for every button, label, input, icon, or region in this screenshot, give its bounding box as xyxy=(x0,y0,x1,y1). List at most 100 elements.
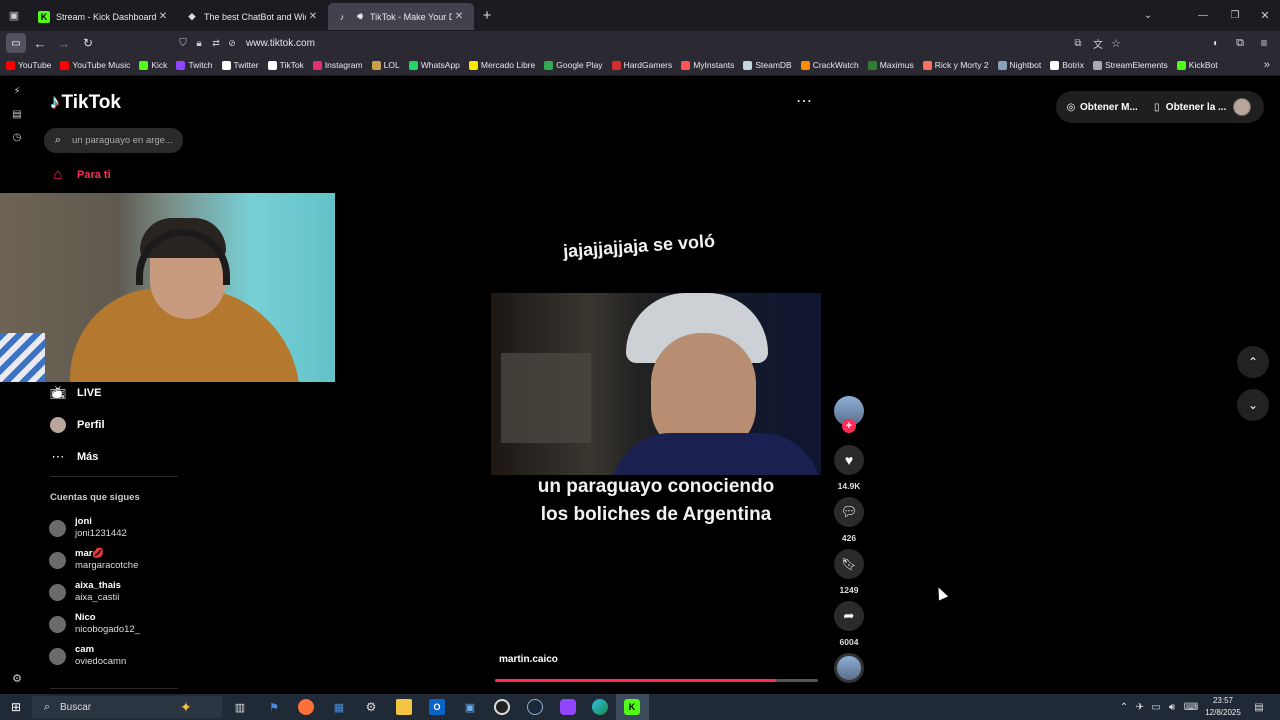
firefox-icon[interactable] xyxy=(298,699,314,715)
bookmark-item[interactable]: SteamDB xyxy=(743,60,792,70)
video-author[interactable]: martin.caico xyxy=(499,654,558,665)
nav-more[interactable]: ⋯ Más xyxy=(50,449,99,465)
twitch-app-icon[interactable] xyxy=(560,699,576,715)
bookmark-item[interactable]: StreamElements xyxy=(1092,60,1168,70)
app-pin-icon[interactable]: ⚑ xyxy=(266,699,282,715)
previous-video-button[interactable]: ⌃ xyxy=(1237,346,1269,378)
lock-icon[interactable]: 🔒︎ xyxy=(190,38,208,49)
bookmark-item[interactable]: YouTube xyxy=(6,60,51,70)
bookmark-item[interactable]: WhatsApp xyxy=(408,60,460,70)
back-icon[interactable]: ← xyxy=(32,34,48,52)
next-video-button[interactable]: ⌄ xyxy=(1237,389,1269,421)
settings-gear-icon[interactable]: ⚙ xyxy=(363,699,379,715)
close-tab-icon[interactable]: ✕ xyxy=(452,11,466,22)
windows-start-icon[interactable]: ⊞ xyxy=(8,699,24,715)
history-icon[interactable]: ◷ xyxy=(10,130,24,144)
search-box[interactable]: ⌕ un paraguayo en arge... xyxy=(44,128,183,153)
following-account[interactable]: aixa_thais aixa_castii xyxy=(49,576,189,608)
bookmark-item[interactable]: CrackWatch xyxy=(800,60,859,70)
taskbar-search[interactable]: ⌕ Buscar ✦ xyxy=(32,696,222,718)
tray-app-icon[interactable]: ✈ xyxy=(1134,700,1146,714)
speaker-icon[interactable]: 🔊︎ xyxy=(354,11,366,23)
bookmark-item[interactable]: Twitter xyxy=(221,60,259,70)
chevron-down-icon[interactable]: ⌄ xyxy=(1140,6,1156,24)
bookmark-item[interactable]: Rick y Morty 2 xyxy=(922,60,989,70)
video-player[interactable]: jajajjajjaja se voló un paraguayo conoci… xyxy=(491,214,821,682)
file-explorer-icon[interactable] xyxy=(396,699,412,715)
bookmark-item[interactable]: Botrix xyxy=(1050,60,1084,70)
close-tab-icon[interactable]: ✕ xyxy=(156,11,170,22)
close-tab-icon[interactable]: ✕ xyxy=(306,11,320,22)
forward-icon[interactable]: → xyxy=(56,34,72,52)
task-view-icon[interactable]: ▥ xyxy=(232,699,248,715)
tiktok-logo[interactable]: ♪ TikTok xyxy=(50,92,121,114)
tab-chatbot[interactable]: ◆ The best ChatBot and Widgets ✕ xyxy=(178,3,328,30)
following-account[interactable]: joni joni1231442 xyxy=(49,512,189,544)
tab-list-icon[interactable]: ▣ xyxy=(0,0,28,31)
nav-live[interactable]: 📺︎ LIVE xyxy=(50,385,102,401)
bookmark-item[interactable]: YouTube Music xyxy=(60,60,130,70)
comment-button[interactable]: 💬︎ xyxy=(834,497,864,527)
bookmark-item[interactable]: Maximus xyxy=(867,60,914,70)
store-icon[interactable]: ▦ xyxy=(331,699,347,715)
kick-app-icon[interactable]: K xyxy=(624,699,640,715)
edge-icon[interactable] xyxy=(592,699,608,715)
bookmark-item[interactable]: KickBot xyxy=(1176,60,1218,70)
nav-for-you[interactable]: ⌂ Para ti xyxy=(50,166,110,183)
bookmark-item[interactable]: MyInstants xyxy=(681,60,734,70)
steam-icon[interactable] xyxy=(527,699,543,715)
menu-icon[interactable]: ≡ xyxy=(1256,35,1272,51)
restore-icon[interactable]: ❐ xyxy=(1226,6,1244,24)
volume-icon[interactable]: 🔊︎ xyxy=(1166,700,1178,714)
bookmark-item[interactable]: HardGamers xyxy=(611,60,672,70)
address-bar[interactable]: ⛉ 🔒︎ ⇄ ⊘ www.tiktok.com ⧉ 文 ☆ xyxy=(176,33,1136,53)
obs-icon[interactable] xyxy=(494,699,510,715)
bookmark-item[interactable]: Instagram xyxy=(312,60,363,70)
bookmark-item[interactable]: Kick xyxy=(139,60,167,70)
progress-track[interactable] xyxy=(495,679,818,682)
new-tab-icon[interactable]: + xyxy=(474,2,500,29)
follow-plus-icon[interactable]: + xyxy=(842,419,856,433)
close-window-icon[interactable]: ✕ xyxy=(1256,6,1274,24)
like-button[interactable]: ♥ xyxy=(834,445,864,475)
sound-disc[interactable] xyxy=(834,653,864,683)
get-app-button[interactable]: Obtener la ... xyxy=(1166,102,1227,113)
share-button[interactable]: ➦ xyxy=(834,601,864,631)
monitor-app-icon[interactable]: ▣ xyxy=(462,699,478,715)
sidebar-box-icon[interactable]: ▤ xyxy=(10,107,24,121)
camera-blocked-icon[interactable]: ⊘ xyxy=(224,38,240,49)
shield-icon[interactable]: ⛉ xyxy=(176,38,190,49)
bookmark-item[interactable]: Nightbot xyxy=(997,60,1041,70)
extension-icon[interactable]: ◐ xyxy=(1208,35,1224,51)
bookmark-item[interactable]: TikTok xyxy=(267,60,304,70)
following-account[interactable]: mar💋 margaracotche xyxy=(49,544,189,576)
tab-tiktok[interactable]: ♪ 🔊︎ TikTok - Make Your Day ✕ xyxy=(328,3,474,30)
sidebar-pin-icon[interactable]: ⚡︎ xyxy=(10,84,24,98)
bookmark-item[interactable]: Twitch xyxy=(176,60,213,70)
settings-icon[interactable]: ⚙ xyxy=(10,671,24,685)
reload-icon[interactable]: ↻ xyxy=(80,34,96,52)
bookmark-item[interactable]: Mercado Libre xyxy=(468,60,535,70)
search-input[interactable]: un paraguayo en arge... xyxy=(72,135,173,146)
minimize-icon[interactable]: — xyxy=(1194,6,1212,24)
user-avatar[interactable] xyxy=(1233,98,1251,116)
get-coins-button[interactable]: Obtener M... xyxy=(1080,102,1138,113)
bookmark-item[interactable]: Google Play xyxy=(544,60,603,70)
notifications-icon[interactable]: ▤ xyxy=(1252,700,1266,714)
following-account[interactable]: cam oviedocamn xyxy=(49,640,189,672)
bookmarks-overflow-icon[interactable]: » xyxy=(1264,59,1270,71)
nav-profile[interactable]: Perfil xyxy=(50,417,105,433)
save-button[interactable]: 🔖︎ xyxy=(834,549,864,579)
permissions-icon[interactable]: ⇄ xyxy=(208,38,224,49)
picture-in-picture-icon[interactable]: ⧉ xyxy=(1070,38,1086,49)
network-icon[interactable]: ▭ xyxy=(1150,700,1162,714)
more-options-icon[interactable]: ⋯ xyxy=(794,93,814,110)
translate-icon[interactable]: 文 xyxy=(1090,36,1106,51)
sidebar-toggle-icon[interactable]: ▭ xyxy=(6,33,26,53)
extensions-puzzle-icon[interactable]: ⧉ xyxy=(1232,35,1248,51)
clock[interactable]: 23:57 12/8/2025 xyxy=(1204,695,1242,719)
keyboard-icon[interactable]: ⌨ xyxy=(1182,700,1200,714)
tab-kick-dashboard[interactable]: K Stream - Kick Dashboard ✕ xyxy=(30,3,178,30)
tray-chevron-icon[interactable]: ⌃ xyxy=(1118,700,1130,714)
bookmark-star-icon[interactable]: ☆ xyxy=(1108,37,1124,50)
